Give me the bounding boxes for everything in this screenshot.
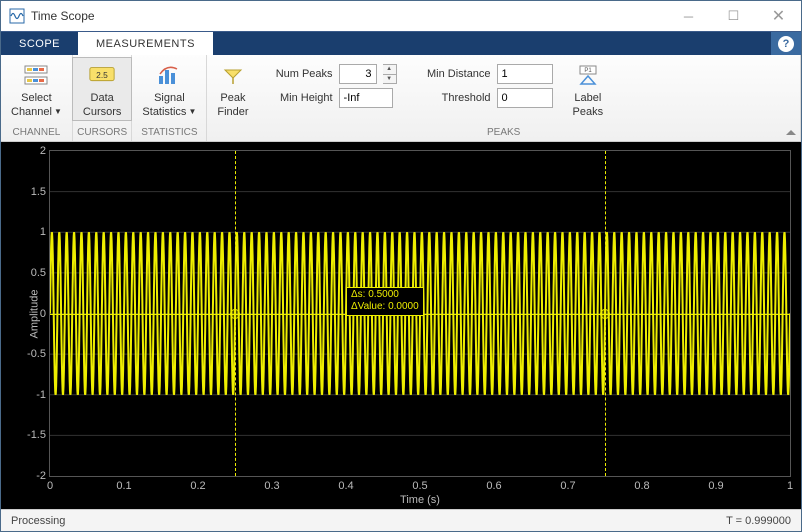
collapse-ribbon-icon[interactable] bbox=[785, 127, 797, 139]
cursor-2-marker[interactable] bbox=[600, 309, 610, 319]
ytick: -1.5 bbox=[27, 429, 50, 441]
signal-statistics-button[interactable]: Signal Statistics▼ bbox=[132, 58, 206, 120]
app-icon bbox=[9, 8, 25, 24]
svg-text:2.5: 2.5 bbox=[96, 70, 108, 80]
close-button[interactable]: ✕ bbox=[756, 1, 801, 31]
help-button[interactable]: ? bbox=[771, 32, 801, 55]
peak-finder-icon bbox=[219, 61, 247, 89]
chevron-down-icon: ▼ bbox=[188, 107, 196, 116]
xtick: 0.5 bbox=[412, 476, 427, 492]
chevron-down-icon: ▼ bbox=[54, 107, 62, 116]
num-peaks-spinner[interactable]: ▲▼ bbox=[383, 64, 397, 84]
xtick: 0.1 bbox=[116, 476, 131, 492]
maximize-button[interactable]: ☐ bbox=[711, 1, 756, 31]
group-label-statistics: STATISTICS bbox=[141, 125, 197, 141]
min-distance-label: Min Distance bbox=[417, 68, 491, 80]
xtick: 0.7 bbox=[560, 476, 575, 492]
ytick: -1 bbox=[36, 389, 50, 401]
ytick: 0 bbox=[40, 308, 50, 320]
xtick: 0.9 bbox=[708, 476, 723, 492]
threshold-label: Threshold bbox=[417, 92, 491, 104]
xtick: 1 bbox=[787, 476, 793, 492]
xtick: 0.6 bbox=[486, 476, 501, 492]
tab-measurements[interactable]: MEASUREMENTS bbox=[78, 32, 213, 55]
ylabel: Amplitude bbox=[28, 289, 40, 338]
min-height-input[interactable] bbox=[339, 88, 393, 108]
ytick: 1 bbox=[40, 226, 50, 238]
cursor-readout: Δs: 0.5000 ΔValue: 0.0000 bbox=[346, 287, 424, 316]
threshold-input[interactable] bbox=[497, 88, 553, 108]
tabbar: SCOPE MEASUREMENTS ? bbox=[1, 31, 801, 55]
status-text: Processing bbox=[11, 515, 65, 527]
window-title: Time Scope bbox=[31, 9, 666, 23]
group-label-peaks: PEAKS bbox=[487, 125, 520, 141]
cursor-1-marker[interactable] bbox=[230, 309, 240, 319]
ytick: 1.5 bbox=[31, 186, 50, 198]
peak-finder-button[interactable]: Peak Finder bbox=[207, 58, 258, 120]
select-channel-button[interactable]: Select Channel▼ bbox=[1, 58, 72, 120]
group-label-channel: CHANNEL bbox=[13, 125, 61, 141]
status-time: T = 0.999000 bbox=[726, 515, 791, 527]
min-distance-input[interactable] bbox=[497, 64, 553, 84]
xtick: 0 bbox=[47, 476, 53, 492]
statusbar: Processing T = 0.999000 bbox=[1, 509, 801, 531]
statistics-icon bbox=[155, 61, 183, 89]
xtick: 0.4 bbox=[338, 476, 353, 492]
label-peaks-button[interactable]: P1 Label Peaks bbox=[563, 58, 614, 120]
tab-scope[interactable]: SCOPE bbox=[1, 32, 78, 55]
ytick: 2 bbox=[40, 145, 50, 157]
data-cursors-button[interactable]: 2.5 Data Cursors bbox=[72, 57, 133, 121]
ytick: -0.5 bbox=[27, 348, 50, 360]
plot[interactable]: Δs: 0.5000 ΔValue: 0.0000 Amplitude Time… bbox=[1, 142, 801, 509]
num-peaks-input[interactable] bbox=[339, 64, 377, 84]
svg-text:P1: P1 bbox=[584, 68, 592, 74]
group-label-cursors: CURSORS bbox=[77, 125, 127, 141]
xtick: 0.8 bbox=[634, 476, 649, 492]
ribbon: Select Channel▼ CHANNEL 2.5 Data Cursor bbox=[1, 55, 801, 142]
xtick: 0.3 bbox=[264, 476, 279, 492]
titlebar: Time Scope ─ ☐ ✕ bbox=[1, 1, 801, 31]
min-height-label: Min Height bbox=[269, 92, 333, 104]
help-icon: ? bbox=[778, 36, 794, 52]
xtick: 0.2 bbox=[190, 476, 205, 492]
plot-axes[interactable]: Δs: 0.5000 ΔValue: 0.0000 Amplitude Time… bbox=[49, 150, 791, 477]
label-peaks-icon: P1 bbox=[574, 61, 602, 89]
select-channel-icon bbox=[22, 61, 50, 89]
minimize-button[interactable]: ─ bbox=[666, 1, 711, 31]
data-cursors-icon: 2.5 bbox=[88, 61, 116, 89]
ytick: 0.5 bbox=[31, 267, 50, 279]
num-peaks-label: Num Peaks bbox=[269, 68, 333, 80]
